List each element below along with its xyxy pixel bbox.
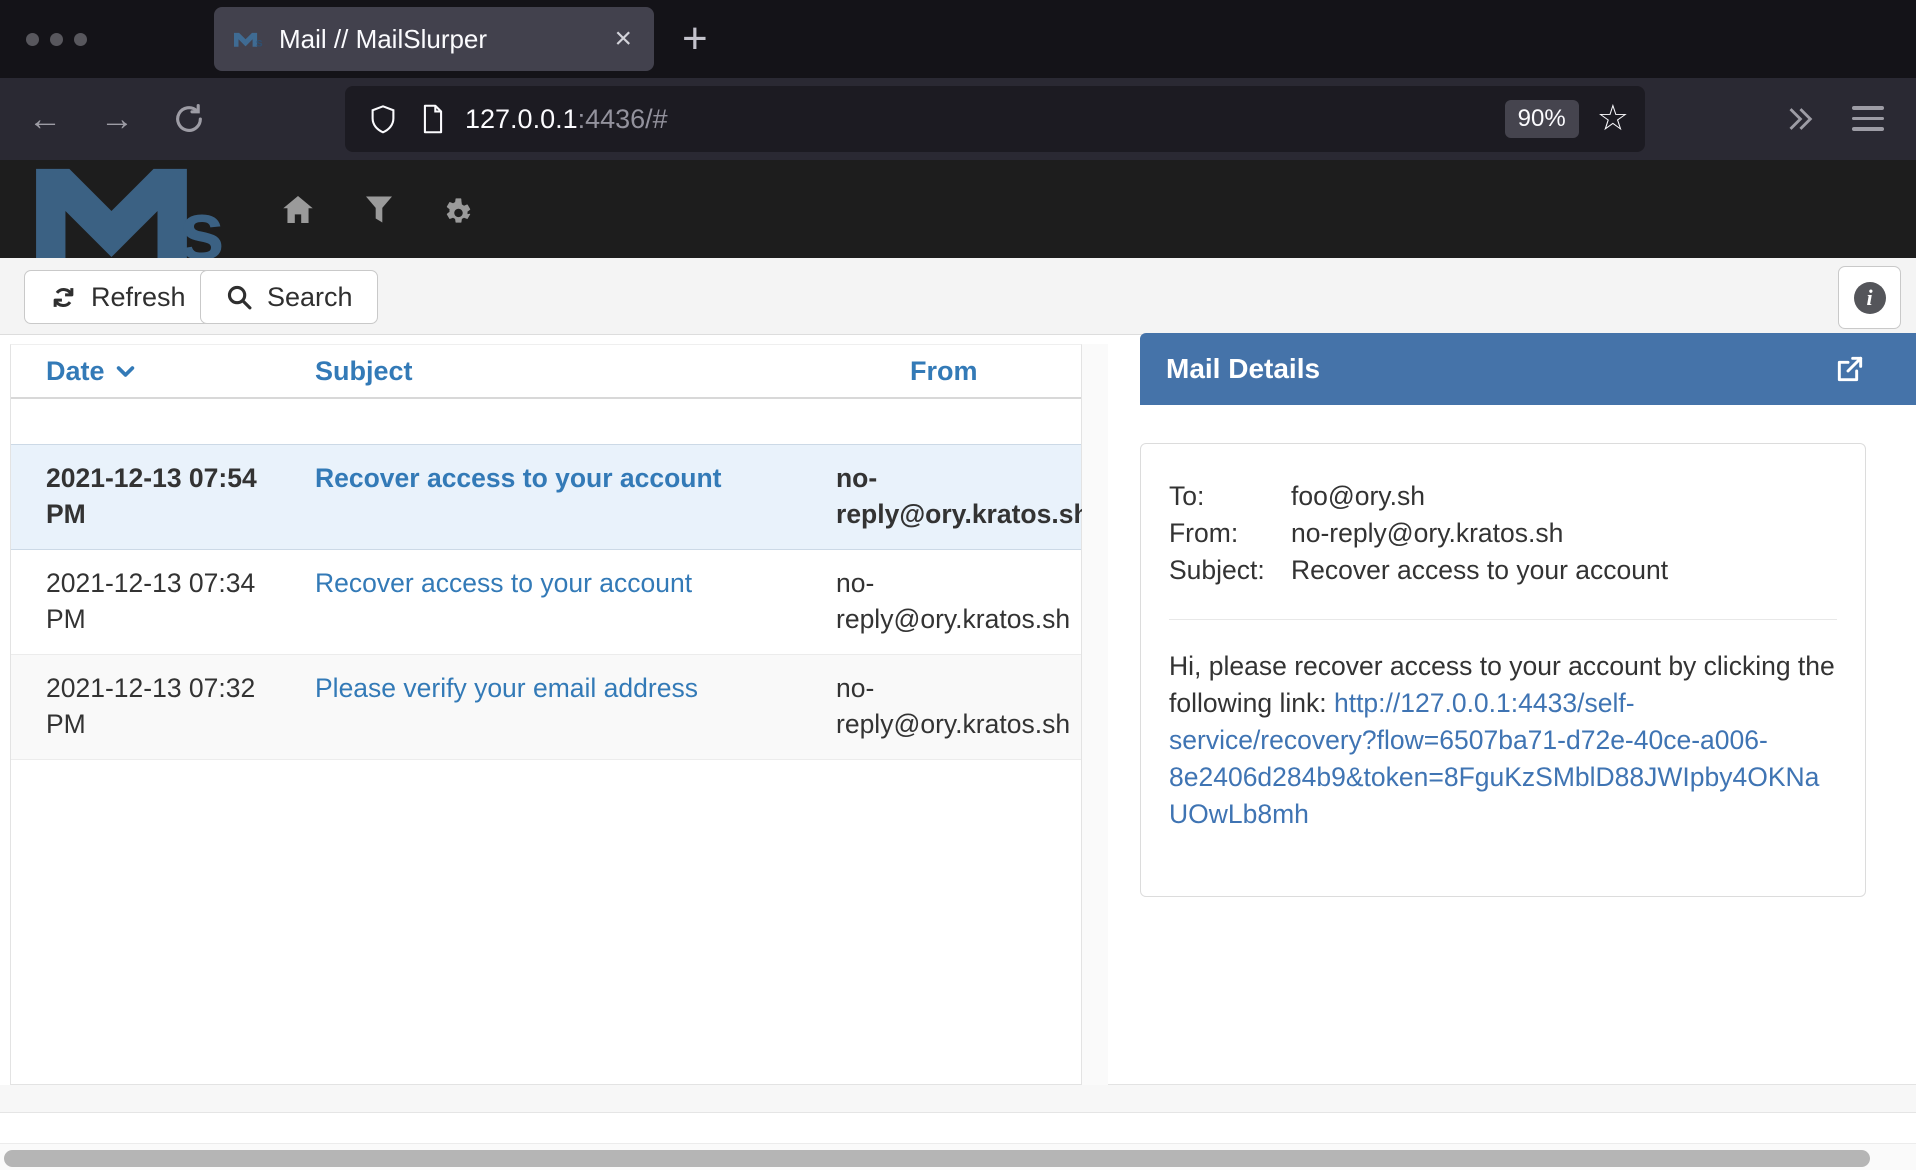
subject-link[interactable]: Recover access to your account [315, 568, 692, 598]
forward-icon[interactable]: → [100, 98, 134, 140]
mail-rows: 2021-12-13 07:54 PM Recover access to yo… [11, 444, 1081, 760]
browser-window: s Mail // MailSlurper × + ← → 127.0.0.1:… [0, 0, 1916, 1170]
mailslurper-logo: s [36, 165, 232, 258]
url-host: 127.0.0.1 [465, 104, 578, 134]
details-divider [1169, 619, 1837, 620]
from-value: no-reply@ory.kratos.sh [1291, 515, 1563, 552]
svg-text:s: s [256, 35, 263, 48]
back-icon[interactable]: ← [28, 98, 62, 140]
search-button[interactable]: Search [200, 270, 378, 324]
row-from: no-reply@ory.kratos.sh [796, 565, 1081, 637]
row-from: no-reply@ory.kratos.sh [796, 670, 1081, 742]
sort-desc-icon [114, 360, 137, 383]
detail-to-row: To: foo@ory.sh [1169, 478, 1837, 515]
subject-link[interactable]: Please verify your email address [315, 673, 698, 703]
row-subject: Recover access to your account [291, 565, 796, 637]
from-label: From: [1169, 515, 1291, 552]
app-navbar: s [0, 160, 1916, 258]
column-header-from: From [796, 356, 1081, 387]
window-controls[interactable] [26, 33, 87, 46]
mail-body: Hi, please recover access to your accoun… [1169, 648, 1837, 833]
page-icon[interactable] [421, 104, 445, 134]
address-bar[interactable]: 127.0.0.1:4436/# 90% ☆ [345, 86, 1645, 152]
row-date: 2021-12-13 07:34 PM [11, 565, 291, 637]
home-icon[interactable] [283, 196, 313, 223]
info-button[interactable]: i [1838, 266, 1901, 329]
svg-text:s: s [179, 186, 225, 258]
subject-value: Recover access to your account [1291, 552, 1668, 589]
to-label: To: [1169, 478, 1291, 515]
row-subject: Please verify your email address [291, 670, 796, 742]
zoom-level-badge[interactable]: 90% [1505, 100, 1579, 138]
panel-divider [1082, 344, 1108, 1113]
browser-tab[interactable]: s Mail // MailSlurper × [214, 7, 654, 71]
hamburger-menu-icon[interactable] [1852, 106, 1884, 131]
reload-icon[interactable] [172, 102, 206, 136]
refresh-icon [49, 283, 78, 312]
mail-list-panel: Date Subject From 2021-12-13 07:54 PM Re… [10, 344, 1082, 1085]
overflow-chevrons-icon[interactable] [1782, 104, 1816, 134]
new-tab-button[interactable]: + [682, 12, 708, 66]
footer-gray-band [0, 1085, 1916, 1113]
row-subject: Recover access to your account [291, 460, 796, 532]
window-zoom-dot[interactable] [74, 33, 87, 46]
horizontal-scrollbar[interactable] [4, 1150, 1870, 1167]
table-row[interactable]: 2021-12-13 07:32 PM Please verify your e… [11, 655, 1081, 760]
url-text: 127.0.0.1:4436/# [465, 104, 668, 135]
row-date: 2021-12-13 07:54 PM [11, 460, 291, 532]
external-link-icon[interactable] [1834, 353, 1866, 385]
row-date: 2021-12-13 07:32 PM [11, 670, 291, 742]
column-header-subject: Subject [291, 356, 796, 387]
table-row[interactable]: 2021-12-13 07:54 PM Recover access to yo… [11, 444, 1081, 550]
mail-details-title: Mail Details [1166, 353, 1320, 385]
detail-from-row: From: no-reply@ory.kratos.sh [1169, 515, 1837, 552]
gear-icon[interactable] [444, 196, 473, 225]
mail-details-card: To: foo@ory.sh From: no-reply@ory.kratos… [1140, 443, 1866, 897]
column-header-date[interactable]: Date [11, 356, 291, 387]
window-close-dot[interactable] [26, 33, 39, 46]
mail-list-header: Date Subject From [11, 345, 1081, 399]
browser-toolbar: ← → 127.0.0.1:4436/# 90% ☆ [0, 78, 1916, 160]
search-icon [225, 283, 254, 312]
refresh-button[interactable]: Refresh [24, 270, 211, 324]
shield-icon[interactable] [369, 104, 397, 134]
refresh-label: Refresh [91, 282, 186, 313]
info-icon: i [1854, 282, 1886, 314]
url-path: :4436/# [578, 104, 668, 134]
mail-details-header: Mail Details [1140, 333, 1916, 405]
mailslurper-favicon: s [234, 30, 264, 49]
window-minimize-dot[interactable] [50, 33, 63, 46]
tab-title: Mail // MailSlurper [279, 24, 612, 55]
subject-label: Subject: [1169, 552, 1291, 589]
action-bar: Refresh Search i [0, 258, 1916, 335]
table-row[interactable]: 2021-12-13 07:34 PM Recover access to yo… [11, 550, 1081, 655]
filter-icon[interactable] [366, 196, 392, 223]
search-label: Search [267, 282, 353, 313]
to-value: foo@ory.sh [1291, 478, 1425, 515]
footer-white-band [0, 1113, 1916, 1144]
detail-subject-row: Subject: Recover access to your account [1169, 552, 1837, 589]
tab-close-icon[interactable]: × [612, 24, 634, 54]
subject-link[interactable]: Recover access to your account [315, 463, 722, 493]
tab-strip: s Mail // MailSlurper × + [0, 0, 1916, 78]
row-from: no-reply@ory.kratos.sh [796, 460, 1094, 532]
bookmark-star-icon[interactable]: ☆ [1597, 101, 1629, 137]
